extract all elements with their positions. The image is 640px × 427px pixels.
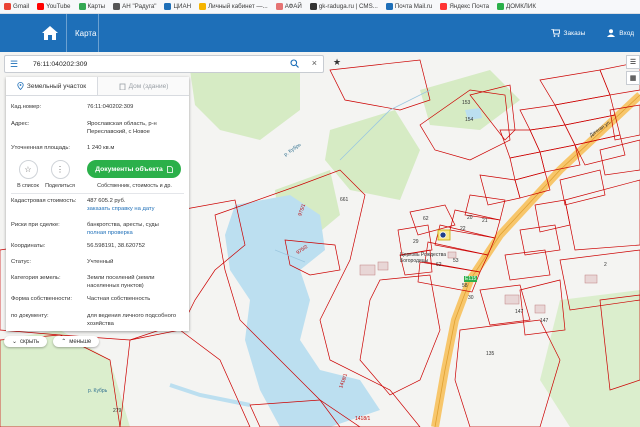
chevron-up-icon: ⌃	[61, 339, 67, 345]
tab-house[interactable]: Дом (здание)	[98, 77, 189, 95]
mailru-icon	[385, 3, 393, 10]
river-label: р. Кубрь	[88, 388, 108, 394]
cabinet-icon	[199, 3, 207, 10]
area-value: 1 240 кв.м	[87, 145, 115, 151]
bookmark-cabinet[interactable]: Личный кабинет —...	[199, 3, 268, 10]
cad-number-value[interactable]: 76:11:040202:309	[87, 104, 187, 112]
map-type-icon[interactable]: ▦	[626, 71, 640, 85]
top-nav: Карта Заказы Вход	[0, 14, 640, 52]
full-check-link[interactable]: полная проверка	[87, 230, 133, 236]
info-panel: Земельный участок Дом (здание) Кад.номер…	[6, 77, 189, 331]
cost-value: 487 605.2 руб. заказать справку на дату	[87, 198, 155, 212]
map-label: 53	[453, 258, 459, 264]
map-label: 22	[460, 226, 466, 232]
nav-divider	[98, 14, 99, 52]
nav-title-map[interactable]: Карта	[75, 29, 96, 38]
search-input[interactable]	[31, 59, 275, 69]
map-label: 147	[515, 309, 524, 315]
domclick-icon	[497, 3, 505, 10]
building-icon	[119, 83, 126, 90]
church-label: Церковь Рождества Богородицы	[400, 252, 446, 264]
map-label: 20	[467, 215, 473, 221]
divider	[11, 193, 184, 194]
parcel-label: 1418/1	[355, 416, 371, 422]
map-label: 661	[340, 197, 349, 203]
gmail-icon	[4, 3, 11, 10]
location-pin-icon	[17, 82, 24, 90]
chevron-down-icon: ⌄	[12, 339, 18, 345]
map-label: 21	[482, 218, 488, 224]
bookmark-mailru[interactable]: Почта Mail.ru	[385, 3, 432, 10]
maps-icon	[78, 3, 86, 10]
share-icon: ⋮	[50, 160, 70, 179]
home-button[interactable]	[36, 19, 64, 47]
risk-value: банкротства, аресты, суды полная проверк…	[87, 222, 159, 236]
hide-panel-button[interactable]: ⌄ скрыть	[4, 336, 48, 347]
bookmark-maps[interactable]: Карты	[78, 3, 105, 10]
map-label: 135	[486, 351, 495, 357]
map-label: 147	[540, 318, 549, 324]
map-label: 154	[465, 117, 474, 123]
map-controls: ☰ ▦	[626, 55, 640, 87]
search-icon[interactable]	[290, 59, 299, 68]
star-icon[interactable]: ★	[333, 57, 341, 68]
login-button[interactable]: Вход	[607, 29, 634, 37]
category-value: Земли поселений (земли населенных пункто…	[87, 275, 155, 289]
map-label: 153	[462, 100, 471, 106]
search-bar: ☰ ×	[4, 55, 324, 73]
document-icon	[166, 165, 173, 173]
orders-button[interactable]: Заказы	[550, 29, 585, 37]
user-icon	[607, 29, 616, 37]
status-value: Учтенный	[87, 259, 114, 265]
map-label: 29	[413, 239, 419, 245]
menu-icon[interactable]: ☰	[7, 59, 21, 70]
bookmark-cms[interactable]: gk-raduga.ru | CMS...	[309, 3, 378, 10]
cms-icon	[309, 3, 317, 10]
home-icon	[42, 26, 58, 40]
raduga-icon	[113, 3, 121, 10]
address-value: Ярославская область, р-н Переславский, с…	[87, 121, 157, 135]
nav-divider	[66, 14, 67, 52]
bookmark-domclick[interactable]: ДОМКЛИК	[497, 3, 536, 10]
map-label: 2	[604, 262, 607, 268]
afai-icon	[275, 3, 283, 10]
map-label: 279	[113, 408, 122, 414]
documents-button[interactable]: Документы объекта	[87, 160, 181, 178]
cart-icon	[550, 29, 560, 37]
close-icon[interactable]: ×	[312, 58, 317, 68]
map-label: 62	[423, 216, 429, 222]
use-value: для ведения личного подсобного хозяйства	[87, 313, 177, 327]
nav-right: Заказы Вход	[550, 14, 634, 52]
ownership-value: Частная собственность	[87, 296, 151, 302]
documents-subtitle: Собственник, стоимость и др.	[97, 183, 172, 189]
panel-collapse-controls: ⌄ скрыть ⌃ меньше	[4, 336, 100, 347]
bookmark-cian[interactable]: ЦИАН	[164, 3, 191, 10]
bookmark-yandex-mail[interactable]: Яндекс Почта	[440, 3, 489, 10]
less-button[interactable]: ⌃ меньше	[53, 336, 100, 347]
parcel-marker	[439, 231, 447, 239]
bookmark-youtube[interactable]: YouTube	[37, 3, 71, 10]
coords-value: 56.598191, 38.620752	[87, 243, 146, 249]
cian-icon	[164, 3, 172, 10]
map-label: 30	[468, 295, 474, 301]
bookmark-raduga[interactable]: АН "Радуга"	[113, 3, 156, 10]
panel-tabs: Земельный участок Дом (здание)	[6, 77, 189, 96]
map-label: 58	[462, 283, 468, 289]
yandex-mail-icon	[440, 3, 448, 10]
tab-land-plot[interactable]: Земельный участок	[6, 77, 98, 95]
youtube-icon	[37, 3, 45, 10]
bookmarks-bar: Gmail YouTube Карты АН "Радуга" ЦИАН Лич…	[0, 0, 640, 14]
road-label: Е115	[464, 276, 478, 282]
order-certificate-link[interactable]: заказать справку на дату	[87, 206, 155, 212]
share-button[interactable]: ⋮ Поделиться	[40, 160, 80, 189]
star-icon: ☆	[18, 160, 38, 179]
bookmark-gmail[interactable]: Gmail	[4, 3, 29, 10]
bookmark-afai[interactable]: АФАЙ	[275, 3, 302, 10]
layers-icon[interactable]: ☰	[626, 55, 640, 69]
